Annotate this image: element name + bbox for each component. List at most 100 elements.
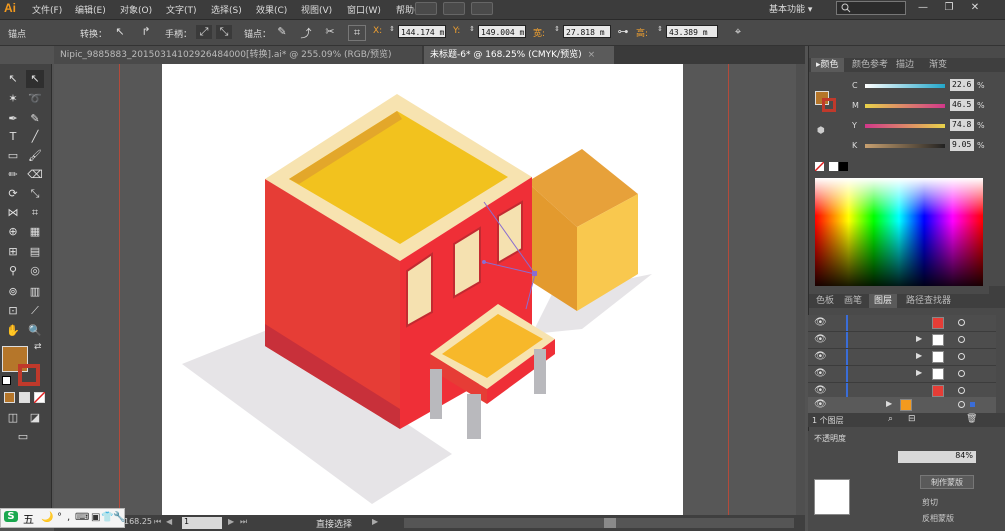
y-input[interactable]: 149.004 m	[478, 25, 526, 38]
opacity-input[interactable]: 84%	[898, 451, 976, 463]
gpu-performance-icon[interactable]	[471, 2, 493, 15]
layer-row[interactable]: 👁 ▶	[808, 366, 996, 383]
magic-wand-tool-icon[interactable]: ✶	[4, 90, 22, 108]
type-tool-icon[interactable]: T	[4, 128, 22, 146]
target-icon[interactable]	[958, 401, 965, 408]
half-width-icon[interactable]: °	[57, 512, 62, 523]
slice-tool-icon[interactable]: ⟋	[26, 302, 44, 320]
align-icon[interactable]: ⌗	[348, 25, 366, 41]
zoom-level[interactable]: 168.25	[124, 517, 152, 526]
punctuation-icon[interactable]: ,	[67, 512, 70, 523]
height-input[interactable]: 43.389 m	[666, 25, 718, 38]
white-swatch[interactable]	[829, 162, 838, 171]
ime-mode-label[interactable]: 五	[23, 511, 34, 527]
minimize-button[interactable]: —	[914, 2, 932, 15]
gradient-tool-icon[interactable]: ▤	[26, 243, 44, 261]
arrange-documents-icon[interactable]	[443, 2, 465, 15]
tab-layers[interactable]: 图层	[869, 294, 898, 308]
layer-row-parent[interactable]: 👁 ▶	[808, 397, 996, 414]
scale-tool-icon[interactable]: ⤡	[26, 185, 44, 203]
eye-icon[interactable]: 👁	[814, 317, 827, 328]
height-stepper-icon[interactable]: ⇕	[655, 25, 665, 39]
moon-icon[interactable]: 🌙	[41, 512, 53, 523]
x-input[interactable]: 144.174 m	[398, 25, 446, 38]
menu-type[interactable]: 文字(T)	[166, 3, 197, 16]
column-graph-tool-icon[interactable]: ▥	[26, 283, 44, 301]
black-swatch[interactable]	[839, 162, 848, 171]
last-page-icon[interactable]: ⏭	[240, 517, 247, 527]
eye-icon[interactable]: 👁	[814, 399, 827, 410]
menu-file[interactable]: 文件(F)	[32, 3, 62, 16]
x-stepper-icon[interactable]: ⇕	[387, 25, 397, 39]
close-button[interactable]: ✕	[966, 2, 984, 15]
horizontal-scrollbar[interactable]	[404, 518, 794, 528]
eyedropper-tool-icon[interactable]: ⚲	[4, 262, 22, 280]
default-colors-icon[interactable]	[2, 376, 11, 385]
yellow-slider[interactable]	[865, 124, 945, 128]
blend-tool-icon[interactable]: ◎	[26, 262, 44, 280]
tab-document-1[interactable]: Nipic_9885883_20150314102926484000[转换].a…	[54, 46, 422, 64]
status-menu-icon[interactable]: ▶	[372, 517, 378, 526]
tab-swatches[interactable]: 色板	[811, 294, 839, 308]
stroke-swatch[interactable]	[18, 364, 40, 386]
panel-stroke-swatch[interactable]	[822, 98, 836, 112]
draw-normal-icon[interactable]: ◫	[4, 409, 22, 427]
layer-row[interactable]: 👁	[808, 315, 996, 332]
eraser-tool-icon[interactable]: ⌫	[26, 166, 44, 184]
artboard-tool-icon[interactable]: ⊡	[4, 302, 22, 320]
first-page-icon[interactable]: ⏮	[154, 517, 161, 527]
convert-corner-icon[interactable]: ↖	[112, 25, 128, 39]
cut-path-icon[interactable]: ✂	[322, 25, 338, 39]
menu-view[interactable]: 视图(V)	[301, 3, 332, 16]
convert-smooth-icon[interactable]: ↱	[138, 25, 154, 39]
none-mode-icon[interactable]	[34, 392, 45, 403]
none-color-swatch[interactable]	[815, 162, 824, 171]
delete-layer-icon[interactable]: 🗑	[966, 414, 977, 424]
settings-icon[interactable]: 🔧	[113, 512, 125, 523]
tab-document-2[interactable]: 未标题-6* @ 168.25% (CMYK/预览) ×	[424, 46, 614, 64]
next-page-icon[interactable]: ▶	[228, 517, 234, 526]
screen-mode-icon[interactable]: ▭	[14, 428, 32, 446]
mesh-tool-icon[interactable]: ⊞	[4, 243, 22, 261]
link-proportions-icon[interactable]: ⊶	[615, 25, 631, 39]
width-tool-icon[interactable]: ⋈	[4, 204, 22, 222]
cyan-slider[interactable]	[865, 84, 945, 88]
target-icon[interactable]	[958, 370, 965, 377]
invert-mask-checkbox-label[interactable]: 反相蒙版	[922, 513, 954, 524]
symbol-sprayer-tool-icon[interactable]: ⊚	[4, 283, 22, 301]
direct-selection-tool-icon[interactable]: ↖	[26, 70, 44, 88]
menu-edit[interactable]: 编辑(E)	[75, 3, 106, 16]
prev-page-icon[interactable]: ◀	[166, 517, 172, 526]
target-icon[interactable]	[958, 387, 965, 394]
show-handles-icon[interactable]: ⤢	[196, 25, 212, 39]
skin-icon[interactable]: 👕	[101, 512, 113, 523]
perspective-grid-tool-icon[interactable]: ▦	[26, 223, 44, 241]
curvature-tool-icon[interactable]: ✎	[26, 110, 44, 128]
expand-icon[interactable]: ▶	[916, 368, 922, 377]
keyboard-icon[interactable]: ⌨	[75, 512, 89, 523]
zoom-tool-icon[interactable]: 🔍	[26, 322, 44, 340]
layer-row[interactable]: 👁 ▶	[808, 349, 996, 366]
hide-handles-icon[interactable]: ⤡	[216, 25, 232, 39]
y-stepper-icon[interactable]: ⇕	[467, 25, 477, 39]
connect-anchor-icon[interactable]: ⤴	[298, 25, 314, 40]
mask-thumbnail[interactable]	[814, 479, 850, 515]
workspace-switcher[interactable]: 基本功能 ▾	[769, 2, 812, 15]
expand-icon[interactable]: ▶	[886, 399, 892, 408]
locate-object-icon[interactable]: ⌕	[888, 414, 893, 424]
building-illustration[interactable]	[162, 64, 683, 515]
make-mask-button[interactable]: 制作蒙版	[920, 475, 974, 489]
clip-checkbox-label[interactable]: 剪切	[922, 497, 938, 508]
rotate-tool-icon[interactable]: ⟳	[4, 185, 22, 203]
rectangle-tool-icon[interactable]: ▭	[4, 147, 22, 165]
layer-row[interactable]: 👁 ▶	[808, 332, 996, 349]
eye-icon[interactable]: 👁	[814, 334, 827, 345]
tab-stroke[interactable]: 描边	[891, 58, 919, 72]
eye-icon[interactable]: 👁	[814, 351, 827, 362]
menu-object[interactable]: 对象(O)	[120, 3, 152, 16]
target-icon[interactable]	[958, 319, 965, 326]
draw-behind-icon[interactable]: ◪	[26, 409, 44, 427]
cyan-value[interactable]: 22.6	[950, 79, 974, 91]
lasso-tool-icon[interactable]: ➰	[26, 90, 44, 108]
width-stepper-icon[interactable]: ⇕	[552, 25, 562, 39]
